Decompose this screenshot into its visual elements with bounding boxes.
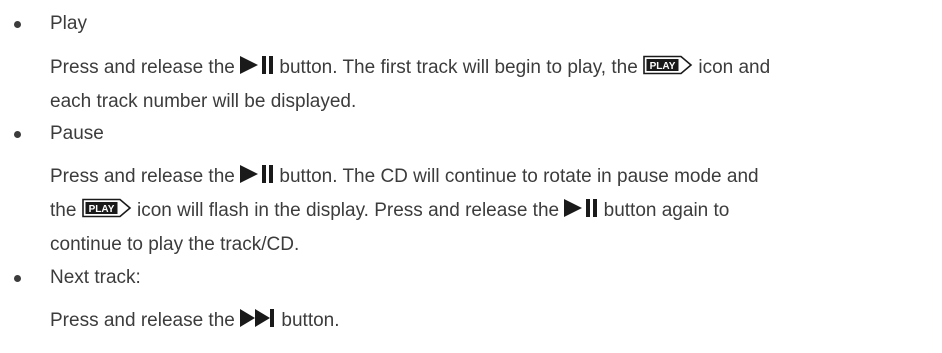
- description-line: each track number will be displayed.: [50, 91, 357, 112]
- svg-text:PLAY: PLAY: [88, 204, 114, 215]
- bullet: [14, 21, 21, 28]
- description-line: Press and release the button. The first …: [50, 55, 771, 78]
- play-badge-icon: PLAY: [81, 198, 132, 218]
- description-line: Press and release the button. The CD wil…: [50, 164, 759, 187]
- description-line: continue to play the track/CD.: [50, 234, 300, 255]
- description-line: Press and release the button.: [50, 308, 340, 331]
- play-pause-icon: [240, 55, 274, 75]
- item-heading: Next track:: [50, 267, 141, 288]
- play-badge-icon: PLAY: [643, 55, 693, 75]
- item-description: Press and release the button.: [50, 304, 930, 338]
- bullet: [14, 131, 21, 138]
- next-track-icon: [240, 308, 276, 328]
- bullet: [14, 275, 21, 282]
- item-description: Press and release the button. The first …: [50, 51, 930, 119]
- item-description: Press and release the button. The CD wil…: [50, 160, 930, 262]
- item-heading: Pause: [50, 123, 104, 144]
- description-line: the PLAY icon will flash in the display.…: [50, 198, 730, 221]
- item-heading: Play: [50, 13, 87, 34]
- play-pause-icon: [564, 198, 598, 218]
- play-pause-icon: [240, 164, 274, 184]
- svg-text:PLAY: PLAY: [650, 61, 676, 72]
